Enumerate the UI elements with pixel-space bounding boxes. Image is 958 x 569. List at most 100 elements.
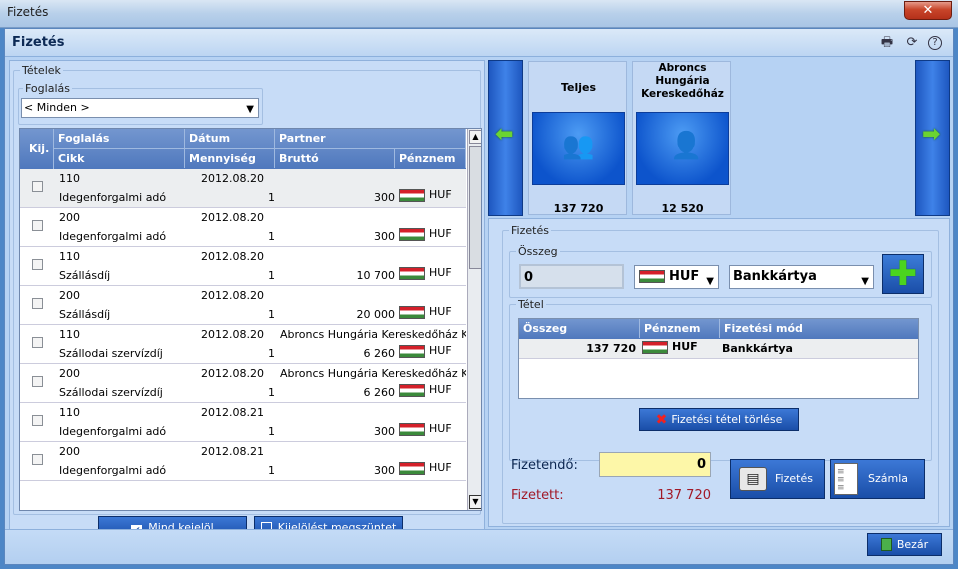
- help-icon[interactable]: ?: [928, 36, 942, 50]
- arrow-left-icon: ⬅: [495, 122, 514, 147]
- row-brutto: 300: [374, 464, 395, 477]
- row-penznem: HUF: [399, 227, 452, 241]
- payment-method-value: Bankkártya: [733, 269, 817, 284]
- pay-button[interactable]: ▤ Fizetés: [730, 459, 825, 499]
- payment-items-legend: Tétel: [516, 298, 546, 311]
- table-row[interactable]: 110 2012.08.20 Szállásdíj 1 10 700 HUF: [20, 247, 466, 286]
- close-label: Bezár: [896, 538, 929, 551]
- row-checkbox[interactable]: [32, 376, 43, 387]
- window-close-button[interactable]: ✕: [904, 1, 952, 20]
- add-payment-button[interactable]: ✚: [882, 254, 924, 294]
- row-cikk: Szállásdíj: [59, 269, 111, 282]
- row-cikk: Szállodai szervízdíj: [59, 347, 163, 360]
- payer-amount: 12 520: [661, 202, 704, 215]
- user-glyph: 👤: [670, 131, 703, 161]
- row-datum: 2012.08.20: [201, 328, 264, 341]
- hungary-flag-icon: [399, 461, 425, 475]
- row-foglalas: 200: [59, 367, 80, 380]
- hungary-flag-icon: [399, 344, 425, 358]
- delete-payment-item-button[interactable]: ✖ Fizetési tétel törlése: [639, 408, 799, 431]
- payer-card-company[interactable]: Abroncs Hungária Kereskedőház 👤 12 520: [632, 61, 731, 215]
- table-row[interactable]: 200 2012.08.20 Szállásdíj 1 20 000 HUF: [20, 286, 466, 325]
- payment-window: Fizetés 🖶 ⟳ ? Tételek Foglalás < Minden …: [4, 28, 954, 565]
- row-mennyiseg: 1: [268, 230, 275, 243]
- amount-legend: Összeg: [516, 245, 560, 258]
- row-penznem-text: HUF: [429, 383, 452, 396]
- row-foglalas: 200: [59, 211, 80, 224]
- row-checkbox[interactable]: [32, 181, 43, 192]
- payment-panel: Fizetés Összeg 0 HUF ▼ Bankkártya ▼ ✚ Té…: [488, 218, 950, 527]
- row-cikk: Szállásdíj: [59, 308, 111, 321]
- hungary-flag-icon: [399, 266, 425, 280]
- scroll-up-icon[interactable]: ▲: [469, 130, 481, 144]
- delete-x-icon: ✖: [655, 412, 668, 428]
- carousel-next-button[interactable]: ➡: [915, 60, 950, 216]
- col-osszeg: Összeg: [519, 319, 640, 338]
- hungary-flag-icon: [399, 227, 425, 241]
- row-checkbox[interactable]: [32, 415, 43, 426]
- payer-card-full[interactable]: Teljes 👥 137 720: [528, 61, 627, 215]
- table-row[interactable]: 110 2012.08.20 Abroncs Hungária Kereskedőh…: [20, 325, 466, 364]
- amount-input[interactable]: 0: [519, 264, 624, 289]
- row-mennyiseg: 1: [268, 464, 275, 477]
- grid-header: Kij. Foglalás Dátum Partner Cikk Mennyis…: [20, 129, 466, 169]
- row-cikk: Szállodai szervízdíj: [59, 386, 163, 399]
- row-checkbox[interactable]: [32, 259, 43, 270]
- hungary-flag-icon: [399, 305, 425, 319]
- row-foglalas: 200: [59, 289, 80, 302]
- row-penznem-text: HUF: [672, 340, 698, 353]
- paid-label: Fizetett:: [511, 488, 564, 503]
- print-icon[interactable]: 🖶: [879, 35, 895, 51]
- row-penznem: HUF: [399, 344, 452, 358]
- user-icon: 👤: [636, 112, 729, 185]
- table-row[interactable]: 200 2012.08.20 Abroncs Hungária Kereskedőh…: [20, 364, 466, 403]
- row-penznem-text: HUF: [429, 188, 452, 201]
- table-row[interactable]: 110 2012.08.20 Idegenforgalmi adó 1 300 HUF: [20, 169, 466, 208]
- col-fizetesi-mod: Fizetési mód: [724, 322, 803, 335]
- row-penznem: HUF: [399, 188, 452, 202]
- table-row[interactable]: 200 2012.08.20 Idegenforgalmi adó 1 300 HUF: [20, 208, 466, 247]
- scroll-thumb[interactable]: [469, 146, 481, 269]
- payment-items-table: Összeg Pénznem Fizetési mód 137 720 HUF …: [518, 318, 919, 399]
- row-checkbox[interactable]: [32, 220, 43, 231]
- invoice-button[interactable]: ≡ ≡ ≡ Számla: [830, 459, 925, 499]
- booking-filter-select[interactable]: < Minden > ▼: [21, 98, 259, 118]
- row-penznem: HUF: [642, 340, 698, 354]
- grid-scrollbar[interactable]: ▲ ▼: [467, 129, 481, 510]
- payment-table-header: Összeg Pénznem Fizetési mód: [519, 319, 918, 339]
- scroll-down-icon[interactable]: ▼: [469, 495, 481, 509]
- hungary-flag-icon: [399, 188, 425, 202]
- table-row[interactable]: 110 2012.08.21 Idegenforgalmi adó 1 300 HUF: [20, 403, 466, 442]
- col-mennyiseg: Mennyiség: [185, 149, 275, 168]
- arrow-right-icon: ➡: [922, 122, 941, 147]
- row-penznem-text: HUF: [429, 305, 452, 318]
- row-datum: 2012.08.21: [201, 445, 264, 458]
- currency-select[interactable]: HUF ▼: [634, 265, 719, 289]
- payment-method-select[interactable]: Bankkártya ▼: [729, 265, 874, 289]
- booking-filter-value: < Minden >: [24, 101, 90, 114]
- plus-icon: ✚: [888, 254, 918, 294]
- row-brutto: 300: [374, 230, 395, 243]
- table-row[interactable]: 200 2012.08.21 Idegenforgalmi adó 1 300 HUF: [20, 442, 466, 481]
- row-mennyiseg: 1: [268, 269, 275, 282]
- row-datum: 2012.08.20: [201, 289, 264, 302]
- row-datum: 2012.08.20: [201, 367, 264, 380]
- row-foglalas: 110: [59, 172, 80, 185]
- due-value[interactable]: 0: [599, 452, 711, 477]
- row-foglalas: 110: [59, 250, 80, 263]
- row-brutto: 6 260: [363, 347, 396, 360]
- window-titlebar: Fizetés ✕: [0, 0, 958, 28]
- row-checkbox[interactable]: [32, 298, 43, 309]
- row-checkbox[interactable]: [32, 454, 43, 465]
- invoice-label: Számla: [868, 472, 909, 485]
- items-legend: Tételek: [20, 64, 63, 77]
- row-checkbox[interactable]: [32, 337, 43, 348]
- carousel-prev-button[interactable]: ⬅: [488, 60, 523, 216]
- close-button[interactable]: Bezár: [867, 533, 942, 556]
- payment-table-row[interactable]: 137 720 HUF Bankkártya: [519, 339, 918, 359]
- row-datum: 2012.08.20: [201, 172, 264, 185]
- refresh-icon[interactable]: ⟳: [904, 35, 920, 51]
- row-mennyiseg: 1: [268, 191, 275, 204]
- items-panel: Tételek Foglalás < Minden > ▼ Kij. Fogla…: [9, 60, 485, 558]
- chevron-down-icon: ▼: [706, 276, 714, 287]
